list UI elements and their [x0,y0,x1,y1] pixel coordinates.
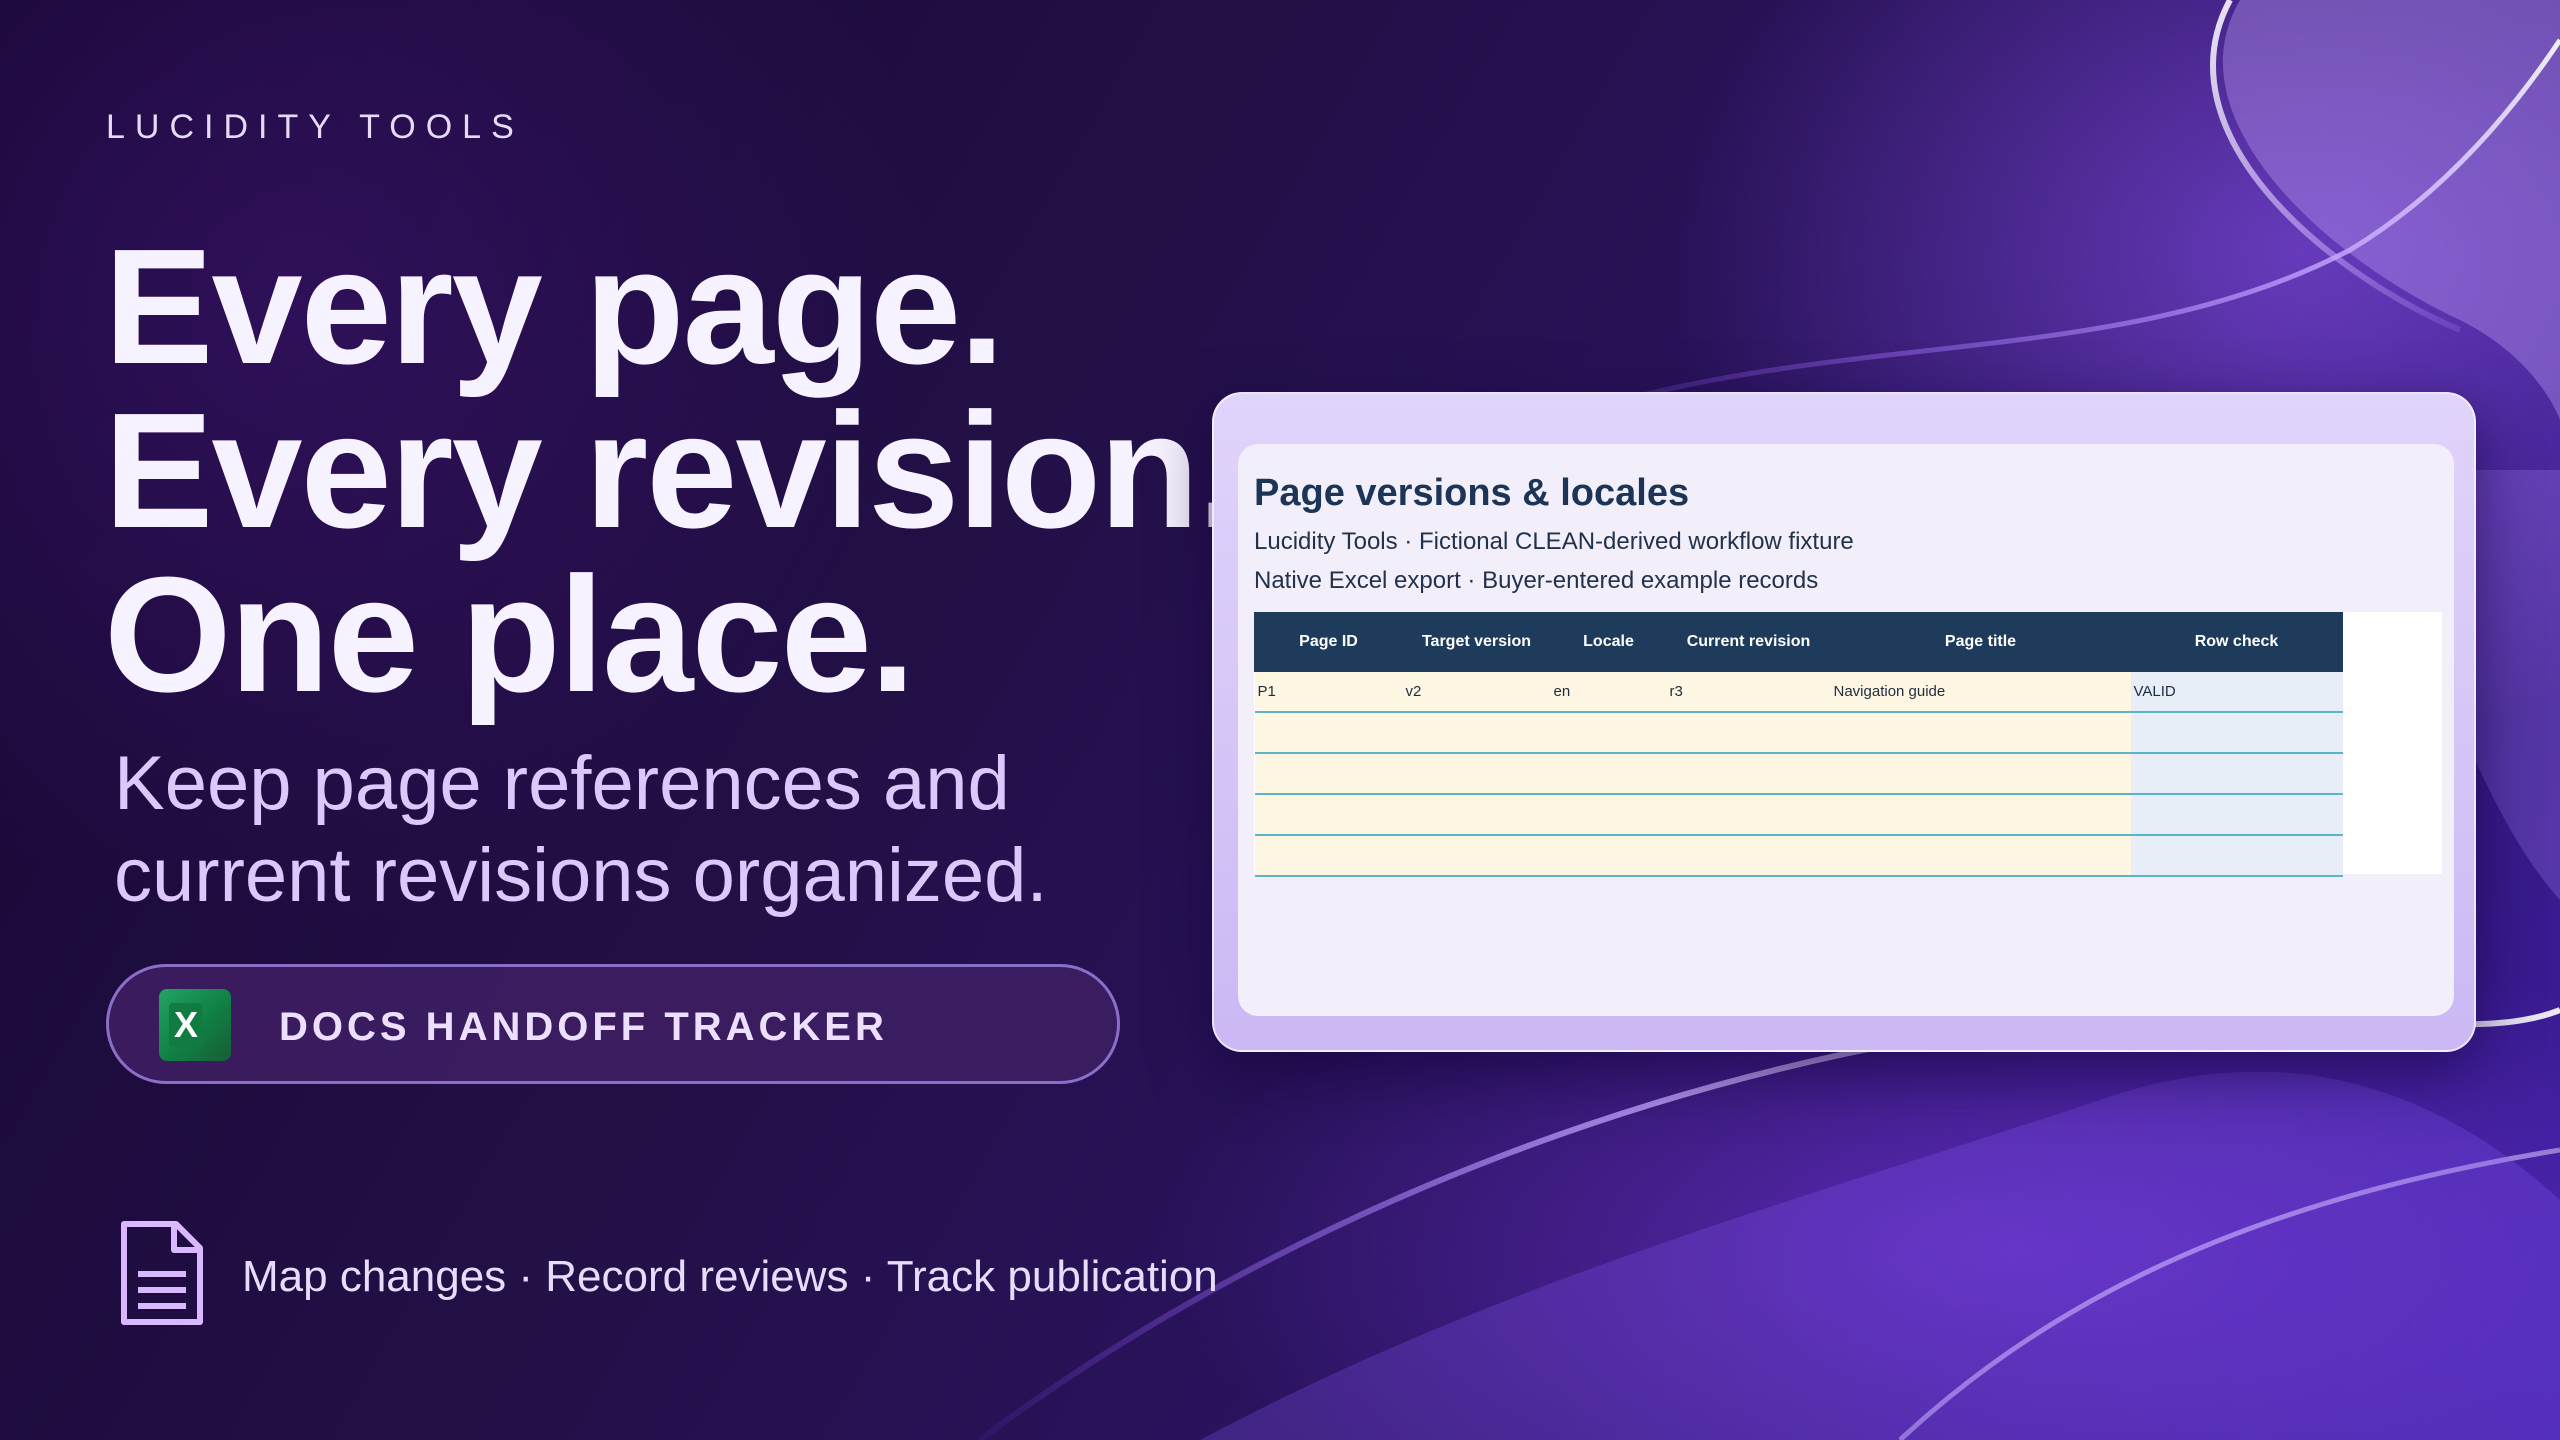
table-cell[interactable] [1666,753,1831,795]
sheet-grid: Page ID Target version Locale Current re… [1254,612,2442,877]
table-cell[interactable]: Navigation guide [1830,671,2131,713]
headline-line-2: Every revision. [104,379,1243,562]
table-cell[interactable] [1254,753,1403,795]
excel-icon-letter: X [169,1003,203,1047]
table-cell[interactable] [1830,753,2131,795]
table-row [1254,753,2343,795]
table-cell[interactable] [1666,712,1831,754]
table-cell[interactable]: en [1550,671,1667,713]
table-cell-row-check[interactable] [2130,835,2343,877]
table-cell[interactable] [1550,753,1667,795]
column-header-page-id[interactable]: Page ID [1254,612,1403,672]
document-icon [121,1221,203,1325]
table-cell[interactable] [1830,794,2131,836]
table-cell[interactable] [1402,835,1551,877]
table-row [1254,835,2343,877]
table-row [1254,712,2343,754]
headline-line-1: Every page. [104,215,1005,398]
table-cell[interactable] [1830,835,2131,877]
table-header-row: Page ID Target version Locale Current re… [1254,612,2343,672]
table-cell[interactable] [1402,794,1551,836]
subheading: Keep page references and current revisio… [114,741,1048,918]
column-header-target-version[interactable]: Target version [1402,612,1551,672]
table-cell[interactable] [1830,712,2131,754]
table-cell[interactable] [1550,794,1667,836]
table-cell[interactable] [1550,835,1667,877]
table-row [1254,794,2343,836]
table-cell[interactable] [1666,794,1831,836]
sheet-title: Page versions & locales [1254,472,1690,514]
column-header-current-revision[interactable]: Current revision [1666,612,1831,672]
table-row: P1 v2 en r3 Navigation guide VALID [1254,671,2343,713]
table-cell-row-check[interactable] [2130,712,2343,754]
headline-line-3: One place. [104,543,915,726]
sheet-table: Page ID Target version Locale Current re… [1254,612,2343,877]
sheet-subtitle-1: Lucidity Tools · Fictional CLEAN-derived… [1254,528,1854,555]
column-header-page-title[interactable]: Page title [1830,612,2131,672]
table-cell[interactable] [1254,794,1403,836]
table-cell[interactable] [1254,835,1403,877]
spreadsheet-preview: Page versions & locales Lucidity Tools ·… [1238,444,2454,1016]
table-cell[interactable] [1550,712,1667,754]
sheet-subtitle-2: Native Excel export · Buyer-entered exam… [1254,567,1819,594]
table-cell[interactable]: P1 [1254,671,1403,713]
excel-icon: X [159,989,231,1061]
headline: Every page. Every revision. One place. [104,215,1243,726]
feature-list: Map changes · Record reviews · Track pub… [242,1252,1218,1301]
column-header-locale[interactable]: Locale [1550,612,1667,672]
table-cell[interactable] [1254,712,1403,754]
brand-name: LUCIDITY TOOLS [106,108,524,146]
column-header-row-check[interactable]: Row check [2130,612,2343,672]
spreadsheet-preview-card: Page versions & locales Lucidity Tools ·… [1212,392,2476,1052]
table-cell[interactable] [1402,712,1551,754]
product-badge: X DOCS HANDOFF TRACKER [106,964,1120,1084]
table-cell-row-check[interactable] [2130,753,2343,795]
table-cell[interactable] [1666,835,1831,877]
table-cell[interactable]: v2 [1402,671,1551,713]
product-label: DOCS HANDOFF TRACKER [279,1005,888,1049]
table-cell[interactable]: r3 [1666,671,1831,713]
table-cell-row-check[interactable]: VALID [2130,671,2343,713]
table-cell-row-check[interactable] [2130,794,2343,836]
table-cell[interactable] [1402,753,1551,795]
